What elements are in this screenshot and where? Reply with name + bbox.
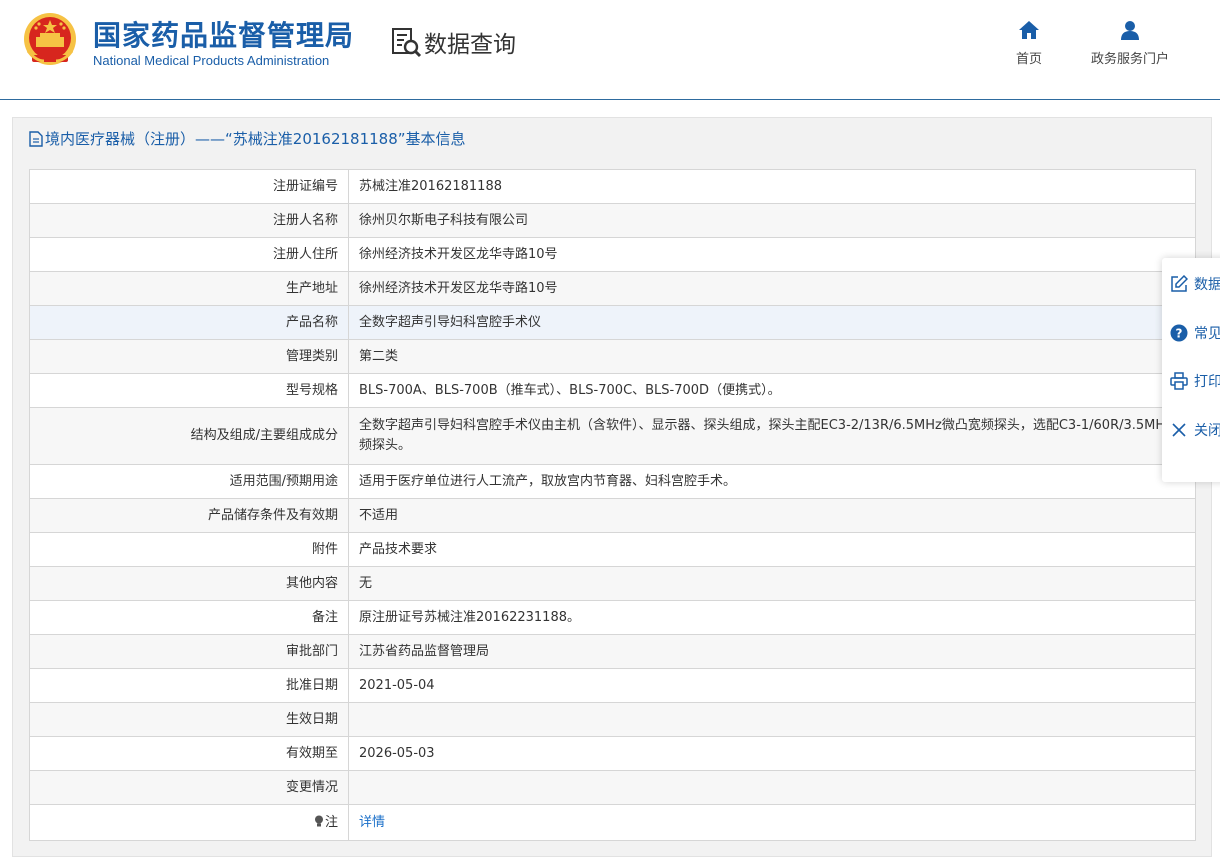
floating-side-menu: 数据 ? 常见 打印 关闭 (1162, 258, 1220, 482)
row-value: 适用于医疗单位进行人工流产，取放宫内节育器、妇科宫腔手术。 (348, 464, 1196, 499)
row-value: 产品技术要求 (348, 532, 1196, 567)
row-value: 无 (348, 566, 1196, 601)
row-label: 生效日期 (29, 702, 349, 737)
nav-home-link[interactable]: 首页 (1006, 20, 1052, 67)
table-row: 附件 产品技术要求 (29, 532, 1196, 567)
row-value: 全数字超声引导妇科宫腔手术仪由主机（含软件）、显示器、探头组成，探头主配EC3-… (348, 407, 1196, 465)
table-row: 产品储存条件及有效期 不适用 (29, 498, 1196, 533)
float-close-button[interactable]: 关闭 (1170, 420, 1220, 440)
float-faq-button[interactable]: ? 常见 (1170, 323, 1220, 343)
row-label: 注册证编号 (29, 169, 349, 204)
table-row: 批准日期 2021-05-04 (29, 668, 1196, 703)
data-query-icon (392, 28, 422, 58)
panel-title: 境内医疗器械（注册）——“苏械注准20162181188”基本信息 (29, 128, 466, 149)
row-value (348, 770, 1196, 805)
site-header: 国家药品监督管理局 National Medical Products Admi… (0, 0, 1220, 100)
document-icon (29, 130, 43, 147)
lightbulb-icon (314, 815, 323, 826)
row-value: 不适用 (348, 498, 1196, 533)
question-icon: ? (1170, 324, 1188, 342)
row-label: 型号规格 (29, 373, 349, 408)
table-row: 管理类别 第二类 (29, 339, 1196, 374)
table-row: 适用范围/预期用途 适用于医疗单位进行人工流产，取放宫内节育器、妇科宫腔手术。 (29, 464, 1196, 499)
header-divider (0, 99, 1220, 100)
row-value: 原注册证号苏械注准20162231188。 (348, 600, 1196, 635)
detail-panel: 境内医疗器械（注册）——“苏械注准20162181188”基本信息 注册证编号 … (12, 117, 1212, 857)
row-value: 2026-05-03 (348, 736, 1196, 771)
table-row: 产品名称 全数字超声引导妇科宫腔手术仪 (29, 305, 1196, 340)
note-label-cell: 注 (29, 804, 349, 841)
data-query-title[interactable]: 数据查询 (390, 26, 516, 58)
details-link[interactable]: 详情 (359, 815, 385, 830)
row-label: 管理类别 (29, 339, 349, 374)
row-label: 注册人住所 (29, 237, 349, 272)
national-emblem-icon[interactable] (22, 11, 78, 69)
row-value: BLS-700A、BLS-700B（推车式）、BLS-700C、BLS-700D… (348, 373, 1196, 408)
row-label: 结构及组成/主要组成成分 (29, 407, 349, 465)
row-label: 生产地址 (29, 271, 349, 306)
row-label: 产品储存条件及有效期 (29, 498, 349, 533)
row-label: 有效期至 (29, 736, 349, 771)
table-row: 变更情况 (29, 770, 1196, 805)
row-label: 注册人名称 (29, 203, 349, 238)
info-table-wrap: 注册证编号 苏械注准20162181188 注册人名称 徐州贝尔斯电子科技有限公… (29, 169, 1196, 841)
row-label: 适用范围/预期用途 (29, 464, 349, 499)
row-value: 第二类 (348, 339, 1196, 374)
table-row: 审批部门 江苏省药品监督管理局 (29, 634, 1196, 669)
float-print-label: 打印 (1194, 374, 1220, 390)
org-name-en[interactable]: National Medical Products Administration (93, 53, 329, 68)
nav-home-label: 首页 (1015, 52, 1042, 67)
table-row: 备注 原注册证号苏械注准20162231188。 (29, 600, 1196, 635)
row-value: 2021-05-04 (348, 668, 1196, 703)
home-icon (1019, 21, 1039, 39)
nav-portal-link[interactable]: 政务服务门户 (1080, 20, 1180, 67)
svg-text:?: ? (1176, 327, 1183, 341)
row-label: 备注 (29, 600, 349, 635)
nav-portal-label: 政务服务门户 (1090, 52, 1169, 67)
table-row: 注 详情 (29, 804, 1196, 841)
row-value: 徐州经济技术开发区龙华寺路10号 (348, 237, 1196, 272)
table-row: 注册证编号 苏械注准20162181188 (29, 169, 1196, 204)
print-icon (1170, 372, 1188, 390)
org-name-cn[interactable]: 国家药品监督管理局 (93, 14, 354, 54)
table-row: 生产地址 徐州经济技术开发区龙华寺路10号 (29, 271, 1196, 306)
row-label: 审批部门 (29, 634, 349, 669)
row-label: 批准日期 (29, 668, 349, 703)
row-label: 产品名称 (29, 305, 349, 340)
row-label: 其他内容 (29, 566, 349, 601)
panel-title-text: 境内医疗器械（注册）——“苏械注准20162181188”基本信息 (45, 130, 466, 148)
note-label: 注 (324, 814, 338, 830)
row-value: 徐州经济技术开发区龙华寺路10号 (348, 271, 1196, 306)
note-value-cell: 详情 (348, 804, 1196, 841)
table-row: 有效期至 2026-05-03 (29, 736, 1196, 771)
edit-icon (1171, 275, 1188, 292)
row-value: 江苏省药品监督管理局 (348, 634, 1196, 669)
row-value (348, 702, 1196, 737)
table-row: 结构及组成/主要组成成分 全数字超声引导妇科宫腔手术仪由主机（含软件）、显示器、… (29, 407, 1196, 465)
info-table: 注册证编号 苏械注准20162181188 注册人名称 徐州贝尔斯电子科技有限公… (29, 169, 1196, 841)
row-value: 全数字超声引导妇科宫腔手术仪 (348, 305, 1196, 340)
float-data-label: 数据 (1194, 277, 1220, 293)
user-icon (1121, 21, 1139, 40)
row-label: 附件 (29, 532, 349, 567)
float-close-label: 关闭 (1194, 423, 1220, 439)
table-row: 其他内容 无 (29, 566, 1196, 601)
close-icon (1172, 423, 1186, 437)
table-row: 型号规格 BLS-700A、BLS-700B（推车式）、BLS-700C、BLS… (29, 373, 1196, 408)
float-faq-label: 常见 (1194, 326, 1220, 342)
table-row: 注册人住所 徐州经济技术开发区龙华寺路10号 (29, 237, 1196, 272)
row-label: 变更情况 (29, 770, 349, 805)
float-print-button[interactable]: 打印 (1170, 371, 1220, 391)
table-row: 生效日期 (29, 702, 1196, 737)
data-query-label: 数据查询 (424, 32, 516, 58)
float-data-button[interactable]: 数据 (1170, 274, 1220, 294)
table-row: 注册人名称 徐州贝尔斯电子科技有限公司 (29, 203, 1196, 238)
row-value: 徐州贝尔斯电子科技有限公司 (348, 203, 1196, 238)
row-value: 苏械注准20162181188 (348, 169, 1196, 204)
